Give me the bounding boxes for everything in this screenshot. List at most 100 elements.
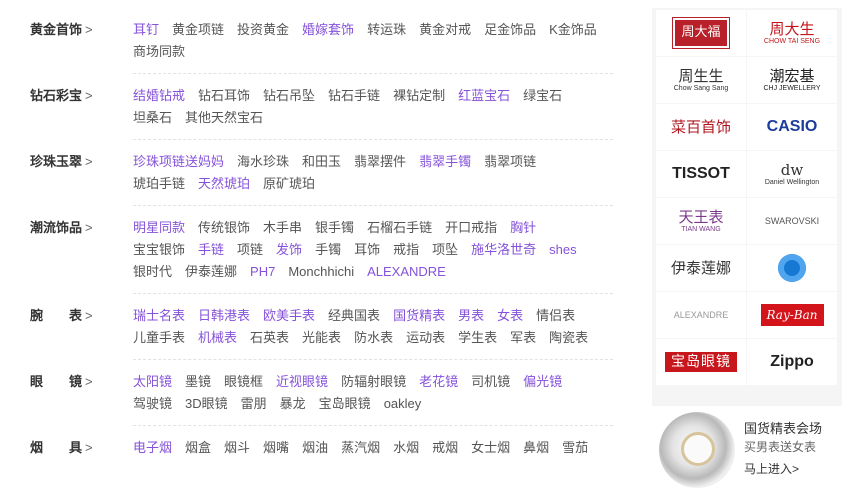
brand-logo[interactable]: 周生生 Chow Sang Sang — [656, 57, 746, 103]
brand-logo[interactable]: 周大生 CHOW TAI SENG — [747, 10, 837, 56]
category-link[interactable]: 手镯 — [315, 239, 341, 261]
category-link[interactable]: 太阳镜 — [133, 371, 172, 393]
category-link[interactable]: ALEXANDRE — [367, 261, 446, 283]
category-link[interactable]: 电子烟 — [133, 437, 172, 459]
category-link[interactable]: 烟盒 — [185, 437, 211, 459]
category-link[interactable]: 琥珀手链 — [133, 173, 185, 195]
category-link[interactable]: 珍珠项链送妈妈 — [133, 151, 224, 173]
category-link[interactable]: 开口戒指 — [445, 217, 497, 239]
category-link[interactable]: oakley — [384, 393, 422, 415]
category-link[interactable]: 耳饰 — [354, 239, 380, 261]
category-link[interactable]: 驾驶镜 — [133, 393, 172, 415]
category-link[interactable]: Monchhichi — [288, 261, 354, 283]
brand-logo[interactable]: 潮宏基 CHJ JEWELLERY — [747, 57, 837, 103]
category-link[interactable]: 施华洛世奇 — [471, 239, 536, 261]
category-link[interactable]: 原矿琥珀 — [263, 173, 315, 195]
category-link[interactable]: 翡翠手镯 — [419, 151, 471, 173]
category-title[interactable]: 眼 镜 > — [30, 371, 110, 393]
category-link[interactable]: 翡翠摆件 — [354, 151, 406, 173]
category-link[interactable]: 雪茄 — [562, 437, 588, 459]
category-link[interactable]: 儿童手表 — [133, 327, 185, 349]
category-link[interactable]: 耳钉 — [133, 19, 159, 41]
category-link[interactable]: 军表 — [510, 327, 536, 349]
category-link[interactable]: 手链 — [198, 239, 224, 261]
category-link[interactable]: 学生表 — [458, 327, 497, 349]
brand-logo[interactable]: 宝岛眼镜 — [656, 339, 746, 385]
category-link[interactable]: K金饰品 — [549, 19, 597, 41]
category-link[interactable]: 钻石吊坠 — [263, 85, 315, 107]
category-link[interactable]: 光能表 — [302, 327, 341, 349]
category-link[interactable]: 项坠 — [432, 239, 458, 261]
category-link[interactable]: 水烟 — [393, 437, 419, 459]
category-link[interactable]: 钻石耳饰 — [198, 85, 250, 107]
category-title[interactable]: 黄金首饰 > — [30, 19, 110, 41]
category-link[interactable]: 转运珠 — [367, 19, 406, 41]
category-link[interactable]: 结婚钻戒 — [133, 85, 185, 107]
category-link[interactable]: 坦桑石 — [133, 107, 172, 129]
category-link[interactable]: 暴龙 — [280, 393, 306, 415]
category-link[interactable]: 红蓝宝石 — [458, 85, 510, 107]
category-link[interactable]: 项链 — [237, 239, 263, 261]
category-link[interactable]: 蒸汽烟 — [341, 437, 380, 459]
category-link[interactable]: 翡翠项链 — [484, 151, 536, 173]
category-link[interactable]: 木手串 — [263, 217, 302, 239]
category-link[interactable]: 石英表 — [250, 327, 289, 349]
category-link[interactable]: 海水珍珠 — [237, 151, 289, 173]
brand-logo[interactable]: Zippo — [747, 339, 837, 385]
category-link[interactable]: 传统银饰 — [198, 217, 250, 239]
brand-logo[interactable]: TISSOT — [656, 151, 746, 197]
category-link[interactable]: 墨镜 — [185, 371, 211, 393]
brand-logo[interactable] — [747, 245, 837, 291]
category-link[interactable]: 发饰 — [276, 239, 302, 261]
category-link[interactable]: 戒指 — [393, 239, 419, 261]
category-link[interactable]: 黄金对戒 — [419, 19, 471, 41]
category-link[interactable]: 经典国表 — [328, 305, 380, 327]
category-link[interactable]: 银时代 — [133, 261, 172, 283]
category-link[interactable]: 绿宝石 — [523, 85, 562, 107]
category-title[interactable]: 钻石彩宝 > — [30, 85, 110, 107]
category-link[interactable]: 女表 — [497, 305, 523, 327]
category-link[interactable]: 国货精表 — [393, 305, 445, 327]
category-link[interactable]: 宝宝银饰 — [133, 239, 185, 261]
category-link[interactable]: 伊泰莲娜 — [185, 261, 237, 283]
category-link[interactable]: 宝岛眼镜 — [319, 393, 371, 415]
category-link[interactable]: 欧美手表 — [263, 305, 315, 327]
category-title[interactable]: 珍珠玉翠 > — [30, 151, 110, 173]
category-link[interactable]: 防辐射眼镜 — [341, 371, 406, 393]
category-link[interactable]: 陶瓷表 — [549, 327, 588, 349]
brand-logo[interactable]: CASIO — [747, 104, 837, 150]
category-link[interactable]: 烟油 — [302, 437, 328, 459]
brand-logo[interactable]: 周大福 — [656, 10, 746, 56]
category-link[interactable]: 婚嫁套饰 — [302, 19, 354, 41]
category-link[interactable]: 鼻烟 — [523, 437, 549, 459]
category-link[interactable]: 眼镜框 — [224, 371, 263, 393]
category-title[interactable]: 腕 表 > — [30, 305, 110, 327]
category-link[interactable]: 男表 — [458, 305, 484, 327]
category-link[interactable]: 戒烟 — [432, 437, 458, 459]
brand-logo[interactable]: 天王表 TIAN WANG — [656, 198, 746, 244]
category-link[interactable]: 黄金项链 — [172, 19, 224, 41]
category-link[interactable]: 和田玉 — [302, 151, 341, 173]
category-link[interactable]: 运动表 — [406, 327, 445, 349]
promo-enter-link[interactable]: 马上进入> — [744, 460, 799, 477]
category-title[interactable]: 潮流饰品 > — [30, 217, 110, 239]
category-link[interactable]: 银手镯 — [315, 217, 354, 239]
category-link[interactable]: 瑞士名表 — [133, 305, 185, 327]
category-link[interactable]: 女士烟 — [471, 437, 510, 459]
category-link[interactable]: shes — [549, 239, 576, 261]
brand-logo[interactable]: SWAROVSKI — [747, 198, 837, 244]
category-link[interactable]: 烟斗 — [224, 437, 250, 459]
category-link[interactable]: 司机镜 — [471, 371, 510, 393]
category-link[interactable]: 老花镜 — [419, 371, 458, 393]
category-link[interactable]: 偏光镜 — [523, 371, 562, 393]
category-link[interactable]: 裸钻定制 — [393, 85, 445, 107]
category-link[interactable]: 商场同款 — [133, 41, 185, 63]
brand-logo[interactable]: dw Daniel Wellington — [747, 151, 837, 197]
brand-logo[interactable]: Ray-Ban — [747, 292, 837, 338]
category-link[interactable]: 明星同款 — [133, 217, 185, 239]
category-link[interactable]: 3D眼镜 — [185, 393, 228, 415]
category-link[interactable]: 胸针 — [510, 217, 536, 239]
category-link[interactable]: 情侣表 — [536, 305, 575, 327]
category-link[interactable]: 钻石手链 — [328, 85, 380, 107]
category-link[interactable]: 足金饰品 — [484, 19, 536, 41]
